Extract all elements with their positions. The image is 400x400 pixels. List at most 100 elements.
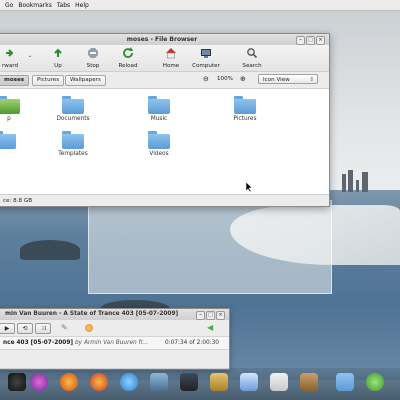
- shuffle-button[interactable]: ⤨: [35, 323, 51, 334]
- folder-label: Templates: [58, 151, 88, 157]
- repeat-button[interactable]: ⟲: [17, 323, 33, 334]
- dock-app-icon-5[interactable]: [150, 373, 168, 391]
- close-button[interactable]: ×: [216, 311, 225, 320]
- search-button[interactable]: Search: [239, 47, 265, 69]
- maximize-button[interactable]: □: [206, 311, 215, 320]
- menu-go[interactable]: Go: [5, 2, 13, 9]
- folder-label: Pictures: [233, 116, 257, 122]
- folder-videos[interactable]: Videos: [129, 131, 189, 157]
- file-browser-window: moses - File Browser – □ × rward ⌄ Up St…: [0, 33, 330, 207]
- search-label: Search: [242, 63, 262, 69]
- dock-folder-icon[interactable]: [336, 373, 354, 391]
- now-playing-row[interactable]: nce 403 [05-07-2009] by Armin Van Buuren…: [0, 336, 229, 350]
- maximize-button[interactable]: □: [306, 36, 315, 45]
- forward-label: rward: [1, 63, 19, 69]
- media-player-window: min Van Buuren - A State of Trance 403 […: [0, 308, 230, 370]
- folder-icon: [62, 96, 84, 114]
- toolbar: rward ⌄ Up Stop Reload Home Computer Sea…: [0, 45, 329, 72]
- track-time: 0:07:34 of 2:00:30: [165, 340, 219, 346]
- firefox-icon[interactable]: [60, 373, 78, 391]
- file-icon-view: p Documents Music Pictures Templates Vid…: [0, 89, 329, 194]
- home-label: Home: [162, 63, 180, 69]
- play-button[interactable]: ▶: [0, 323, 15, 334]
- folder-icon: [148, 131, 170, 149]
- item-label: p: [7, 116, 11, 122]
- forward-dropdown[interactable]: ⌄: [26, 53, 34, 59]
- reload-button[interactable]: Reload: [114, 47, 142, 69]
- folder-partial[interactable]: [0, 131, 35, 151]
- stop-icon: [88, 48, 98, 58]
- reload-label: Reload: [118, 63, 138, 69]
- dock-app-icon-9[interactable]: [270, 373, 288, 391]
- crumb-pictures[interactable]: Pictures: [32, 75, 65, 86]
- home-button[interactable]: Home: [158, 47, 184, 69]
- crumb-wallpapers[interactable]: Wallpapers: [65, 75, 106, 86]
- record-icon[interactable]: [85, 324, 93, 332]
- track-title: nce 403 [05-07-2009]: [3, 340, 74, 346]
- zoom-out-icon[interactable]: ⊖: [203, 75, 209, 83]
- brush-icon[interactable]: ✎: [61, 323, 68, 332]
- computer-icon: [201, 49, 211, 58]
- up-label: Up: [54, 63, 62, 69]
- path-bar: moses Pictures Wallpapers ⊖ 100% ⊕ Icon …: [0, 72, 329, 89]
- desktop-icon: [0, 96, 20, 114]
- dock-app-icon-8[interactable]: [240, 373, 258, 391]
- folder-icon: [0, 131, 16, 149]
- zoom-level: 100%: [217, 76, 233, 82]
- folder-pictures[interactable]: Pictures: [215, 96, 275, 122]
- folder-label: Videos: [149, 151, 169, 157]
- dock-app-icon-4[interactable]: [120, 373, 138, 391]
- folder-label: Music: [150, 116, 168, 122]
- search-icon: [247, 48, 258, 59]
- player-titlebar[interactable]: min Van Buuren - A State of Trance 403 […: [0, 309, 229, 320]
- up-button[interactable]: Up: [45, 47, 71, 69]
- menu-help[interactable]: Help: [75, 2, 89, 9]
- status-bar: ce: 8.8 GB: [0, 194, 329, 206]
- translucent-panel: [88, 200, 332, 294]
- computer-button[interactable]: Computer: [191, 47, 221, 69]
- track-artist: by Armin Van Buuren fr...: [75, 340, 148, 346]
- up-arrow-icon: [54, 48, 62, 57]
- stop-label: Stop: [86, 63, 100, 69]
- window-title: moses - File Browser: [126, 36, 198, 43]
- wallpaper-skyline: [340, 170, 380, 192]
- volume-icon[interactable]: ◀: [207, 323, 213, 332]
- chevron-updown-icon: ⇕: [309, 77, 314, 83]
- chevron-down-icon: ⌄: [27, 53, 33, 59]
- menu-tabs[interactable]: Tabs: [57, 2, 70, 9]
- minimize-button[interactable]: –: [296, 36, 305, 45]
- folder-label: Documents: [56, 116, 90, 122]
- player-title: min Van Buuren - A State of Trance 403 […: [5, 311, 179, 317]
- forward-button[interactable]: rward: [0, 47, 23, 69]
- stop-button[interactable]: Stop: [80, 47, 106, 69]
- dock-app-icon-3[interactable]: [90, 373, 108, 391]
- dock-app-icon-10[interactable]: [300, 373, 318, 391]
- dock-app-icon-1[interactable]: [8, 373, 26, 391]
- minimize-button[interactable]: –: [196, 311, 205, 320]
- folder-icon: [234, 96, 256, 114]
- view-mode-select[interactable]: Icon View ⇕: [258, 74, 318, 84]
- computer-label: Computer: [192, 63, 220, 69]
- player-controls: ▶ ⟲ ⤨ ✎ ◀: [0, 320, 229, 336]
- dock-app-icon-11[interactable]: [366, 373, 384, 391]
- folder-icon: [148, 96, 170, 114]
- window-titlebar[interactable]: moses - File Browser – □ ×: [0, 34, 329, 45]
- item-desktop[interactable]: p: [0, 96, 39, 122]
- dock-app-icon-6[interactable]: [180, 373, 198, 391]
- folder-music[interactable]: Music: [129, 96, 189, 122]
- reload-icon: [123, 47, 133, 58]
- folder-templates[interactable]: Templates: [43, 131, 103, 157]
- home-icon: [166, 48, 176, 59]
- wallpaper-rock: [20, 240, 80, 260]
- forward-arrow-icon: [6, 49, 14, 57]
- dock-app-icon-7[interactable]: [210, 373, 228, 391]
- zoom-in-icon[interactable]: ⊕: [240, 75, 246, 83]
- crumb-moses[interactable]: moses: [0, 75, 30, 86]
- dock-app-icon-2[interactable]: [30, 373, 48, 391]
- view-mode-value: Icon View: [263, 77, 290, 83]
- mouse-cursor-icon: [246, 182, 253, 192]
- close-button[interactable]: ×: [316, 36, 325, 45]
- menu-bookmarks[interactable]: Bookmarks: [18, 2, 52, 9]
- menubar: Go Bookmarks Tabs Help: [0, 0, 400, 11]
- folder-documents[interactable]: Documents: [43, 96, 103, 122]
